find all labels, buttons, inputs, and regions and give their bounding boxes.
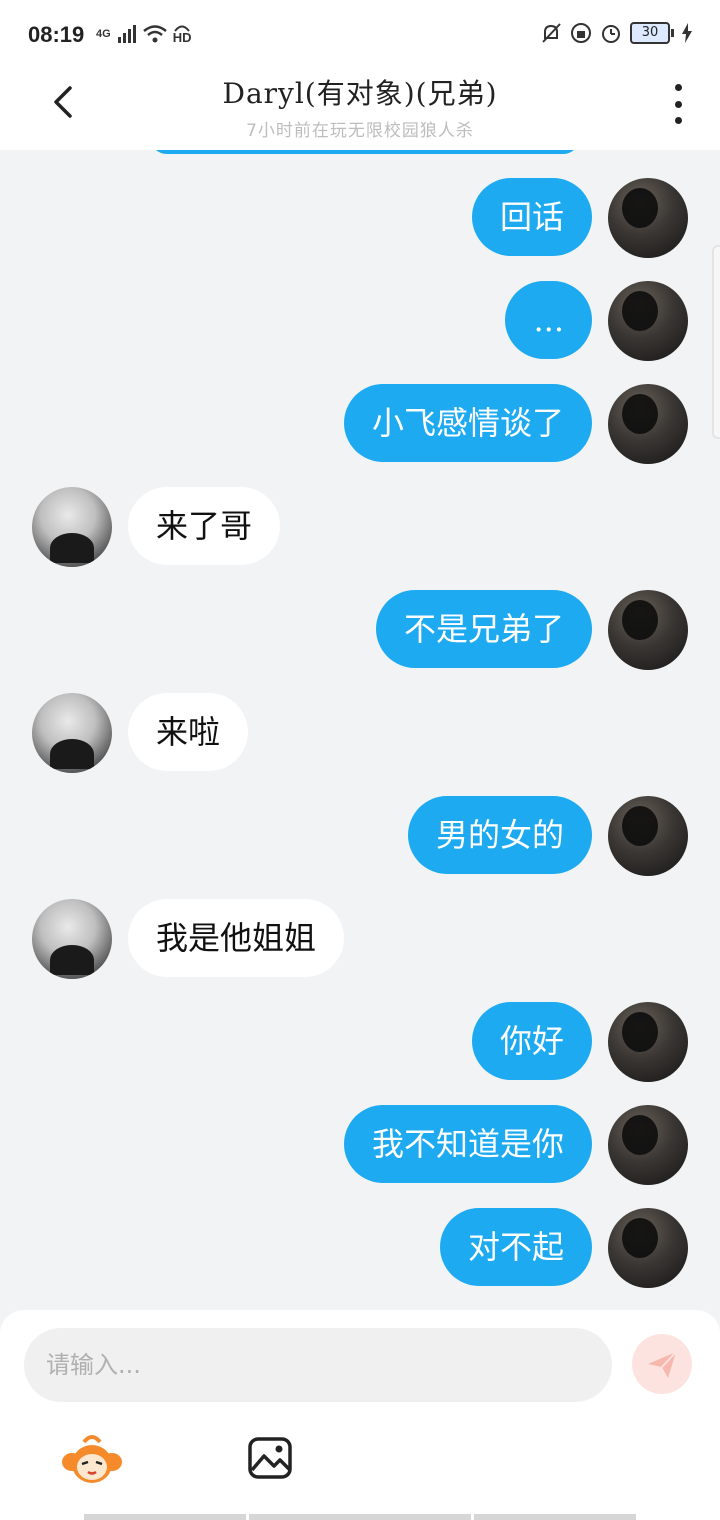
my-message-bubble[interactable]: 我不知道是你 xyxy=(343,1105,592,1183)
my-avatar[interactable] xyxy=(608,384,688,464)
battery-tip xyxy=(671,29,674,37)
message-input[interactable]: 请输入... xyxy=(24,1328,612,1402)
image-picker-button[interactable] xyxy=(246,1436,294,1480)
my-message-bubble[interactable]: 对不起 xyxy=(439,1208,592,1286)
network-type-label: 4G xyxy=(96,28,111,40)
more-dot-icon xyxy=(674,100,682,108)
my-message-bubble[interactable]: 回话 xyxy=(471,178,592,256)
message-row: 男的女的 xyxy=(0,796,720,876)
bell-muted-icon xyxy=(542,23,561,43)
my-message-bubble[interactable]: 男的女的 xyxy=(407,796,592,874)
more-dot-icon xyxy=(674,84,682,91)
emoji-sticker-button[interactable] xyxy=(60,1434,124,1486)
message-list[interactable]: 回话 ... 小飞感情谈了 来了哥 不是兄弟了 来啦 男的女的 我是他姐姐 你好… xyxy=(0,150,720,1310)
edge-drawer-handle[interactable] xyxy=(712,245,720,439)
nav-bar-segment xyxy=(474,1514,636,1520)
signal-icon xyxy=(117,25,136,43)
my-avatar[interactable] xyxy=(608,1002,688,1082)
contact-status: 7小时前在玩无限校园狼人杀 xyxy=(246,121,474,141)
chat-header: Daryl(有对象)(兄弟) 7小时前在玩无限校园狼人杀 xyxy=(0,70,720,150)
message-row: ... xyxy=(0,281,720,361)
header-title-block: Daryl(有对象)(兄弟) 7小时前在玩无限校园狼人杀 xyxy=(120,72,600,141)
status-time: 08:19 xyxy=(28,22,85,47)
their-message-bubble[interactable]: 来了哥 xyxy=(128,487,281,565)
message-row: 我是他姐姐 xyxy=(0,899,720,979)
contact-avatar[interactable] xyxy=(32,487,112,567)
my-avatar[interactable] xyxy=(608,590,688,670)
alarm-icon xyxy=(602,25,620,43)
composer-bar: 请输入... xyxy=(0,1310,720,1520)
status-left-icons: 4G HD xyxy=(96,24,191,44)
nav-bar-segment xyxy=(84,1514,246,1520)
my-avatar[interactable] xyxy=(608,1105,688,1185)
my-message-bubble[interactable]: ... xyxy=(505,281,592,359)
message-row: 小飞感情谈了 xyxy=(0,384,720,464)
chevron-left-icon xyxy=(54,86,72,118)
message-row: 回话 xyxy=(0,178,720,258)
message-row: 我不知道是你 xyxy=(0,1105,720,1185)
message-row: 来了哥 xyxy=(0,487,720,567)
message-row: 你好 xyxy=(0,1002,720,1082)
message-bubble-partial xyxy=(150,150,580,154)
more-options-button[interactable] xyxy=(670,84,686,124)
send-button[interactable] xyxy=(632,1334,692,1394)
battery-indicator: 30 xyxy=(630,22,670,44)
hd-icon: HD xyxy=(173,24,191,44)
their-message-bubble[interactable]: 我是他姐姐 xyxy=(128,899,345,977)
status-right-icons: 30 xyxy=(540,22,692,44)
my-avatar[interactable] xyxy=(608,178,688,258)
mascot-face-icon xyxy=(62,1435,122,1483)
charging-icon xyxy=(682,23,692,43)
my-avatar[interactable] xyxy=(608,281,688,361)
my-message-bubble[interactable]: 你好 xyxy=(471,1002,592,1080)
contact-avatar[interactable] xyxy=(32,899,112,979)
message-row: 不是兄弟了 xyxy=(0,590,720,670)
rotation-lock-icon xyxy=(571,23,591,43)
wifi-icon xyxy=(142,25,167,43)
image-icon xyxy=(248,1437,292,1479)
nav-bar-segment xyxy=(249,1514,471,1520)
contact-name: Daryl(有对象)(兄弟) xyxy=(222,77,498,110)
message-row: 来啦 xyxy=(0,693,720,773)
my-avatar[interactable] xyxy=(608,1208,688,1288)
their-message-bubble[interactable]: 来啦 xyxy=(128,693,249,771)
more-dot-icon xyxy=(674,117,682,124)
contact-avatar[interactable] xyxy=(32,693,112,773)
status-bar: 08:19 4G HD 30 xyxy=(0,0,720,70)
my-message-bubble[interactable]: 不是兄弟了 xyxy=(375,590,592,668)
my-message-bubble[interactable]: 小飞感情谈了 xyxy=(343,384,592,462)
message-row: 对不起 xyxy=(0,1208,720,1288)
paper-plane-icon xyxy=(648,1351,677,1378)
my-avatar[interactable] xyxy=(608,796,688,876)
back-button[interactable] xyxy=(42,80,86,124)
